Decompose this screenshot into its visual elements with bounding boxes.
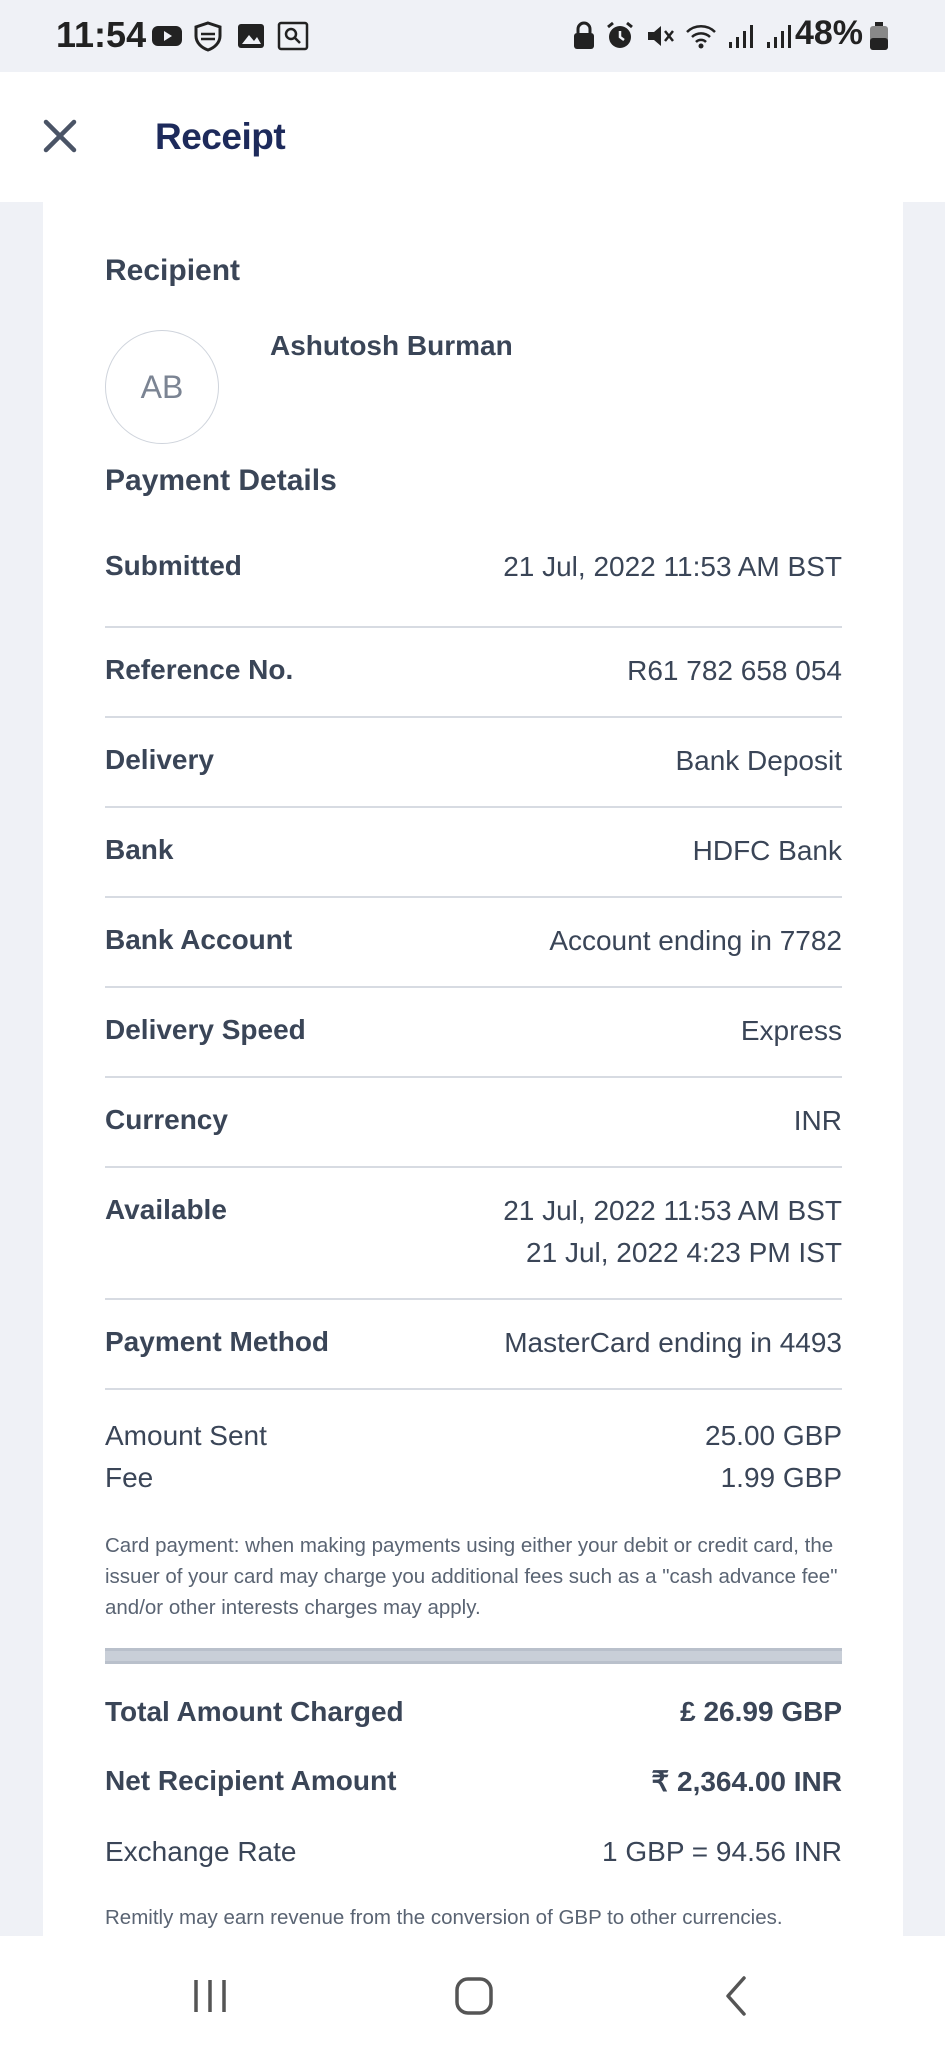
alarm-icon <box>607 21 633 48</box>
shield-icon <box>194 21 222 52</box>
detail-label: Submitted <box>105 550 242 581</box>
detail-label: Delivery <box>105 744 214 775</box>
detail-value: Bank Deposit <box>675 745 842 776</box>
signal-icon <box>729 25 753 48</box>
detail-row-bank-account: Bank Account Account ending in 7782 <box>105 898 842 988</box>
total-charged-value: £ 26.99 GBP <box>680 1696 842 1727</box>
detail-label: Bank <box>105 834 174 865</box>
recent-apps-icon[interactable] <box>180 1966 240 2026</box>
fee-row: Fee 1.99 GBP <box>105 1462 842 1504</box>
fee-value: 1.99 GBP <box>720 1462 842 1493</box>
detail-label: Reference No. <box>105 654 294 685</box>
detail-value: INR <box>793 1105 842 1136</box>
detail-value: R61 782 658 054 <box>627 655 842 686</box>
youtube-icon <box>152 26 182 46</box>
detail-value: HDFC Bank <box>692 835 842 866</box>
receipt-card: Recipient AB Ashutosh Burman Payment Det… <box>43 202 903 1936</box>
net-recipient-value: ₹ 2,364.00 INR <box>651 1766 842 1797</box>
avatar-initials: AB <box>140 368 184 405</box>
detail-value: 21 Jul, 2022 11:53 AM BST <box>503 1195 842 1226</box>
detail-row-submitted: Submitted 21 Jul, 2022 11:53 AM BST <box>105 524 842 628</box>
recipient-name: Ashutosh Burman <box>270 330 513 361</box>
page-title: Receipt <box>155 116 286 157</box>
detail-value: 21 Jul, 2022 11:53 AM BST <box>503 551 842 582</box>
battery-icon <box>870 22 888 50</box>
lock-icon <box>574 21 594 49</box>
app-header: Receipt <box>0 72 945 202</box>
close-icon[interactable] <box>38 114 82 158</box>
signal-icon <box>767 25 791 48</box>
detail-value: Express <box>740 1015 842 1046</box>
avatar: AB <box>105 330 219 444</box>
detail-label: Delivery Speed <box>105 1014 306 1045</box>
detail-label: Available <box>105 1194 227 1225</box>
system-nav-bar <box>0 1936 945 2048</box>
detail-row-payment-method: Payment Method MasterCard ending in 4493 <box>105 1300 842 1390</box>
detail-row-available: Available 21 Jul, 2022 11:53 AM BST 21 J… <box>105 1168 842 1300</box>
detail-label: Payment Method <box>105 1326 330 1357</box>
recipient-section-title: Recipient <box>105 254 241 287</box>
status-bar: 11:54 48% <box>0 0 945 72</box>
detail-row-delivery: Delivery Bank Deposit <box>105 718 842 808</box>
gallery-icon <box>238 24 264 48</box>
net-recipient-label: Net Recipient Amount <box>105 1765 397 1796</box>
detail-row-delivery-speed: Delivery Speed Express <box>105 988 842 1078</box>
card-payment-note: Card payment: when making payments using… <box>105 1534 838 1619</box>
detail-label: Bank Account <box>105 924 293 955</box>
amount-sent-value: 25.00 GBP <box>705 1420 842 1451</box>
search-app-icon <box>277 21 309 51</box>
net-recipient-row: Net Recipient Amount ₹ 2,364.00 INR <box>105 1765 842 1809</box>
exchange-rate-row: Exchange Rate 1 GBP = 94.56 INR <box>105 1836 842 1878</box>
exchange-rate-value: 1 GBP = 94.56 INR <box>602 1836 842 1867</box>
mute-icon <box>648 26 674 46</box>
detail-label: Currency <box>105 1104 228 1135</box>
detail-value: MasterCard ending in 4493 <box>504 1327 842 1358</box>
payment-details-title: Payment Details <box>105 464 337 497</box>
back-icon[interactable] <box>708 1966 768 2026</box>
detail-row-currency: Currency INR <box>105 1078 842 1168</box>
total-charged-row: Total Amount Charged £ 26.99 GBP <box>105 1696 842 1740</box>
fee-label: Fee <box>105 1462 154 1493</box>
amount-sent-row: Amount Sent 25.00 GBP <box>105 1420 842 1462</box>
amount-sent-label: Amount Sent <box>105 1420 267 1451</box>
detail-value: Account ending in 7782 <box>549 925 842 956</box>
detail-row-bank: Bank HDFC Bank <box>105 808 842 898</box>
battery-percentage: 48% <box>794 14 863 52</box>
revenue-note: Remitly may earn revenue from the conver… <box>105 1906 783 1929</box>
detail-value-secondary: 21 Jul, 2022 4:23 PM IST <box>526 1237 842 1268</box>
status-time: 11:54 <box>56 14 147 55</box>
wifi-icon <box>686 25 716 49</box>
totals-divider <box>105 1648 842 1664</box>
detail-row-reference: Reference No. R61 782 658 054 <box>105 628 842 718</box>
home-icon[interactable] <box>444 1966 504 2026</box>
exchange-rate-label: Exchange Rate <box>105 1836 297 1867</box>
total-charged-label: Total Amount Charged <box>105 1696 404 1727</box>
